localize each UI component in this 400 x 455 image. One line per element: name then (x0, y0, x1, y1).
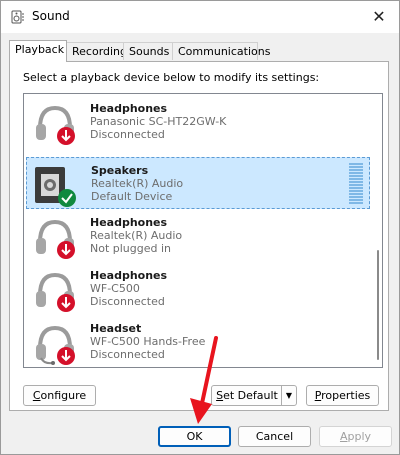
device-model: WF-C500 (90, 282, 140, 295)
list-item[interactable]: Headphones Panasonic SC-HT22GW-K Disconn… (26, 96, 370, 148)
device-list[interactable]: Headphones Panasonic SC-HT22GW-K Disconn… (23, 93, 383, 368)
window-title: Sound (32, 9, 70, 23)
ok-button[interactable]: OK (158, 426, 231, 447)
speaker-default-icon (35, 167, 76, 207)
tab-recording[interactable]: Recording (66, 42, 127, 60)
device-status: Disconnected (90, 128, 165, 141)
headset-disconnected-icon (36, 325, 75, 365)
device-status: Disconnected (90, 295, 165, 308)
configure-accel: C (32, 389, 41, 402)
device-model: Realtek(R) Audio (91, 177, 184, 190)
list-item-selected[interactable]: Speakers Realtek(R) Audio Default Device (26, 157, 370, 209)
device-model: WF-C500 Hands-Free (90, 335, 206, 348)
configure-button[interactable]: Configure (23, 385, 96, 406)
set-default-dropdown-icon[interactable]: ▼ (281, 386, 296, 405)
device-name: Speakers (91, 164, 149, 177)
vertical-scrollbar[interactable] (377, 250, 379, 360)
device-name: Headset (90, 322, 142, 335)
apply-button[interactable]: Apply (319, 426, 392, 447)
device-model: Realtek(R) Audio (90, 229, 183, 242)
set-default-button[interactable]: Set Default ▼ (211, 385, 297, 406)
headphones-disconnected-icon (36, 272, 75, 312)
tab-playback[interactable]: Playback (9, 40, 67, 62)
properties-label: roperties (321, 389, 371, 402)
tab-sounds[interactable]: Sounds (123, 42, 173, 60)
set-default-label: et Default (223, 389, 278, 402)
device-status: Default Device (91, 190, 173, 203)
tab-communications[interactable]: Communications (172, 42, 270, 60)
instruction-text: Select a playback device below to modify… (23, 71, 320, 84)
list-item[interactable]: Headset WF-C500 Hands-Free Disconnected (26, 316, 370, 367)
sound-dialog: Sound ✕ Playback Recording Sounds Commun… (0, 0, 400, 455)
device-name: Headphones (90, 102, 168, 115)
list-item[interactable]: Headphones Realtek(R) Audio Not plugged … (26, 210, 370, 262)
apply-accel: A (339, 430, 348, 443)
properties-button[interactable]: Properties (306, 385, 379, 406)
speaker-app-icon (11, 10, 24, 24)
device-model: Panasonic SC-HT22GW-K (90, 115, 227, 128)
list-item[interactable]: Headphones WF-C500 Disconnected (26, 263, 370, 315)
device-name: Headphones (90, 216, 168, 229)
headphones-unplugged-icon (36, 219, 75, 259)
device-status: Not plugged in (90, 242, 172, 255)
cancel-button[interactable]: Cancel (238, 426, 311, 447)
close-button[interactable]: ✕ (365, 5, 393, 29)
volume-level-meter (349, 163, 363, 205)
title-bar: Sound ✕ (1, 1, 399, 33)
configure-label: onfigure (40, 389, 87, 402)
apply-label: pply (347, 430, 372, 443)
close-icon: ✕ (372, 7, 386, 26)
headphones-disconnected-icon (36, 105, 75, 145)
device-status: Disconnected (90, 348, 165, 361)
device-name: Headphones (90, 269, 168, 282)
